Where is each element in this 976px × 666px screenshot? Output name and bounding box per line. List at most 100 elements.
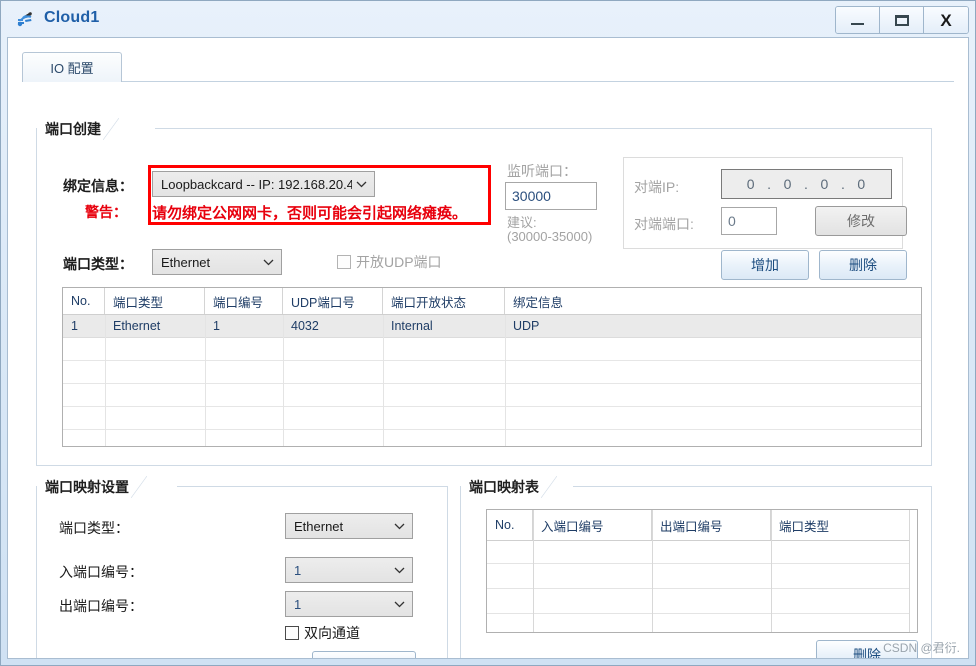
close-icon: X — [940, 10, 952, 30]
peer-port-value: 0 — [728, 213, 736, 229]
table-row-empty[interactable] — [63, 407, 921, 430]
port-create-group: 端口创建 绑定信息： Loopbackcard -- IP: 192.168.2… — [36, 118, 932, 466]
cloud-network-icon — [15, 8, 37, 30]
table-row-empty[interactable] — [487, 564, 917, 589]
tab-io-config-label: IO 配置 — [50, 61, 94, 76]
table-row-empty[interactable] — [487, 589, 917, 614]
mapping-table-header: No. 入端口编号 出端口编号 端口类型 — [487, 510, 917, 541]
map-col-out: 出端口编号 — [652, 510, 771, 540]
add-port-button[interactable]: 增加 — [721, 250, 809, 280]
minimize-button[interactable] — [836, 7, 880, 33]
map-out-port-label: 出端口编号： — [59, 598, 143, 614]
port-type-value: Ethernet — [161, 254, 211, 270]
cell-no: 1 — [71, 319, 78, 333]
modify-button[interactable]: 修改 — [815, 206, 907, 236]
port-type-combo[interactable]: Ethernet — [152, 249, 282, 275]
group-title-slant — [103, 118, 119, 140]
chevron-down-icon — [390, 567, 408, 574]
listen-port-input[interactable]: 30000 — [505, 182, 597, 210]
checkbox-box — [337, 255, 351, 269]
maximize-button[interactable] — [880, 7, 924, 33]
table-row-empty[interactable] — [63, 430, 921, 446]
map-col-in: 入端口编号 — [533, 510, 652, 540]
watermark: CSDN @君衍. — [883, 641, 960, 655]
peer-port-label: 对端端口: — [634, 216, 694, 232]
chevron-down-icon — [390, 601, 408, 608]
map-delete-button-label: 删除 — [853, 647, 881, 659]
delete-port-button-label: 删除 — [849, 257, 877, 273]
delete-port-button[interactable]: 删除 — [819, 250, 907, 280]
table-row-empty[interactable] — [487, 541, 917, 564]
binding-info-value: Loopbackcard -- IP: 192.168.20.4 — [161, 176, 352, 192]
peer-ip-input[interactable]: 0 . 0 . 0 . 0 — [721, 169, 892, 199]
map-port-type-value: Ethernet — [294, 518, 344, 534]
checkbox-box — [285, 626, 299, 640]
peer-ip-octet-2: 0 — [783, 176, 793, 192]
mapping-table-title-label: 端口映射表 — [469, 479, 539, 495]
map-out-port-value: 1 — [294, 596, 302, 612]
port-create-title-label: 端口创建 — [45, 121, 101, 137]
peer-port-input[interactable]: 0 — [721, 207, 777, 235]
port-table[interactable]: No. 端口类型 端口编号 UDP端口号 端口开放状态 绑定信息 1 Ether… — [62, 287, 922, 447]
table-row[interactable]: 1 Ethernet 1 4032 Internal UDP — [63, 315, 921, 338]
port-create-title: 端口创建 — [37, 118, 119, 140]
table-row-empty[interactable] — [487, 614, 917, 632]
port-table-header: No. 端口类型 端口编号 UDP端口号 端口开放状态 绑定信息 — [63, 288, 921, 315]
window-controls: X — [835, 6, 969, 34]
warning-label: 警告： — [85, 204, 127, 220]
map-col-type: 端口类型 — [779, 519, 830, 534]
close-button[interactable]: X — [924, 7, 968, 33]
map-col-no: No. — [487, 510, 533, 540]
port-col-number: 端口编号 — [205, 288, 283, 314]
peer-ip-octet-3: 0 — [820, 176, 830, 192]
bidirectional-checkbox[interactable]: 双向通道 — [285, 623, 360, 643]
table-row-empty[interactable] — [63, 338, 921, 361]
bidirectional-label: 双向通道 — [304, 625, 360, 641]
suggest-range: (30000-35000) — [507, 229, 593, 244]
port-col-type: 端口类型 — [105, 288, 205, 314]
binding-info-label: 绑定信息： — [63, 178, 133, 194]
peer-ip-dot: . — [840, 176, 846, 192]
mapping-table-group: 端口映射表 No. 入端口编号 出端口编号 端口类型 删除 — [460, 476, 932, 659]
cell-state: Internal — [391, 319, 433, 333]
map-add-button[interactable]: 增加 — [312, 651, 416, 658]
group-title-slant — [131, 476, 147, 498]
port-col-no: No. — [63, 288, 105, 314]
cell-type: Ethernet — [113, 319, 161, 333]
port-type-label: 端口类型： — [63, 256, 133, 272]
tab-strip: IO 配置 — [22, 52, 968, 82]
binding-info-combo[interactable]: Loopbackcard -- IP: 192.168.20.4 — [152, 171, 375, 197]
chevron-down-icon — [352, 181, 370, 188]
cell-number: 1 — [213, 319, 220, 333]
map-in-port-value: 1 — [294, 562, 302, 578]
open-udp-port-checkbox[interactable]: 开放UDP端口 — [337, 252, 442, 272]
chevron-down-icon — [390, 523, 408, 530]
port-col-binding: 绑定信息 — [513, 295, 564, 310]
tab-io-config[interactable]: IO 配置 — [22, 52, 122, 82]
peer-ip-octet-4: 0 — [857, 176, 867, 192]
peer-ip-label: 对端IP: — [634, 179, 680, 195]
port-col-state: 端口开放状态 — [383, 288, 505, 314]
chevron-down-icon — [259, 259, 277, 266]
tab-underline — [22, 81, 954, 82]
map-in-port-label: 入端口编号： — [59, 564, 143, 580]
mapping-settings-title: 端口映射设置 — [37, 476, 147, 498]
map-out-port-combo[interactable]: 1 — [285, 591, 413, 617]
map-port-type-label: 端口类型： — [59, 520, 129, 536]
peer-ip-dot: . — [804, 176, 809, 192]
table-row-empty[interactable] — [63, 361, 921, 384]
port-col-udp: UDP端口号 — [283, 288, 383, 314]
cell-binding: UDP — [513, 319, 540, 333]
listen-port-label: 监听端口： — [507, 163, 577, 179]
mapping-table[interactable]: No. 入端口编号 出端口编号 端口类型 — [486, 509, 918, 633]
maximize-icon — [894, 14, 909, 26]
map-port-type-combo[interactable]: Ethernet — [285, 513, 413, 539]
window-title: Cloud1 — [44, 9, 100, 26]
table-row-empty[interactable] — [63, 384, 921, 407]
map-add-button-label: 增加 — [350, 656, 378, 658]
mapping-settings-title-label: 端口映射设置 — [45, 479, 129, 495]
mapping-settings-group: 端口映射设置 端口类型： Ethernet 入端口编号： 1 出端口编号： 1 — [36, 476, 448, 658]
add-port-button-label: 增加 — [751, 257, 779, 273]
open-udp-port-label: 开放UDP端口 — [356, 254, 442, 270]
map-in-port-combo[interactable]: 1 — [285, 557, 413, 583]
